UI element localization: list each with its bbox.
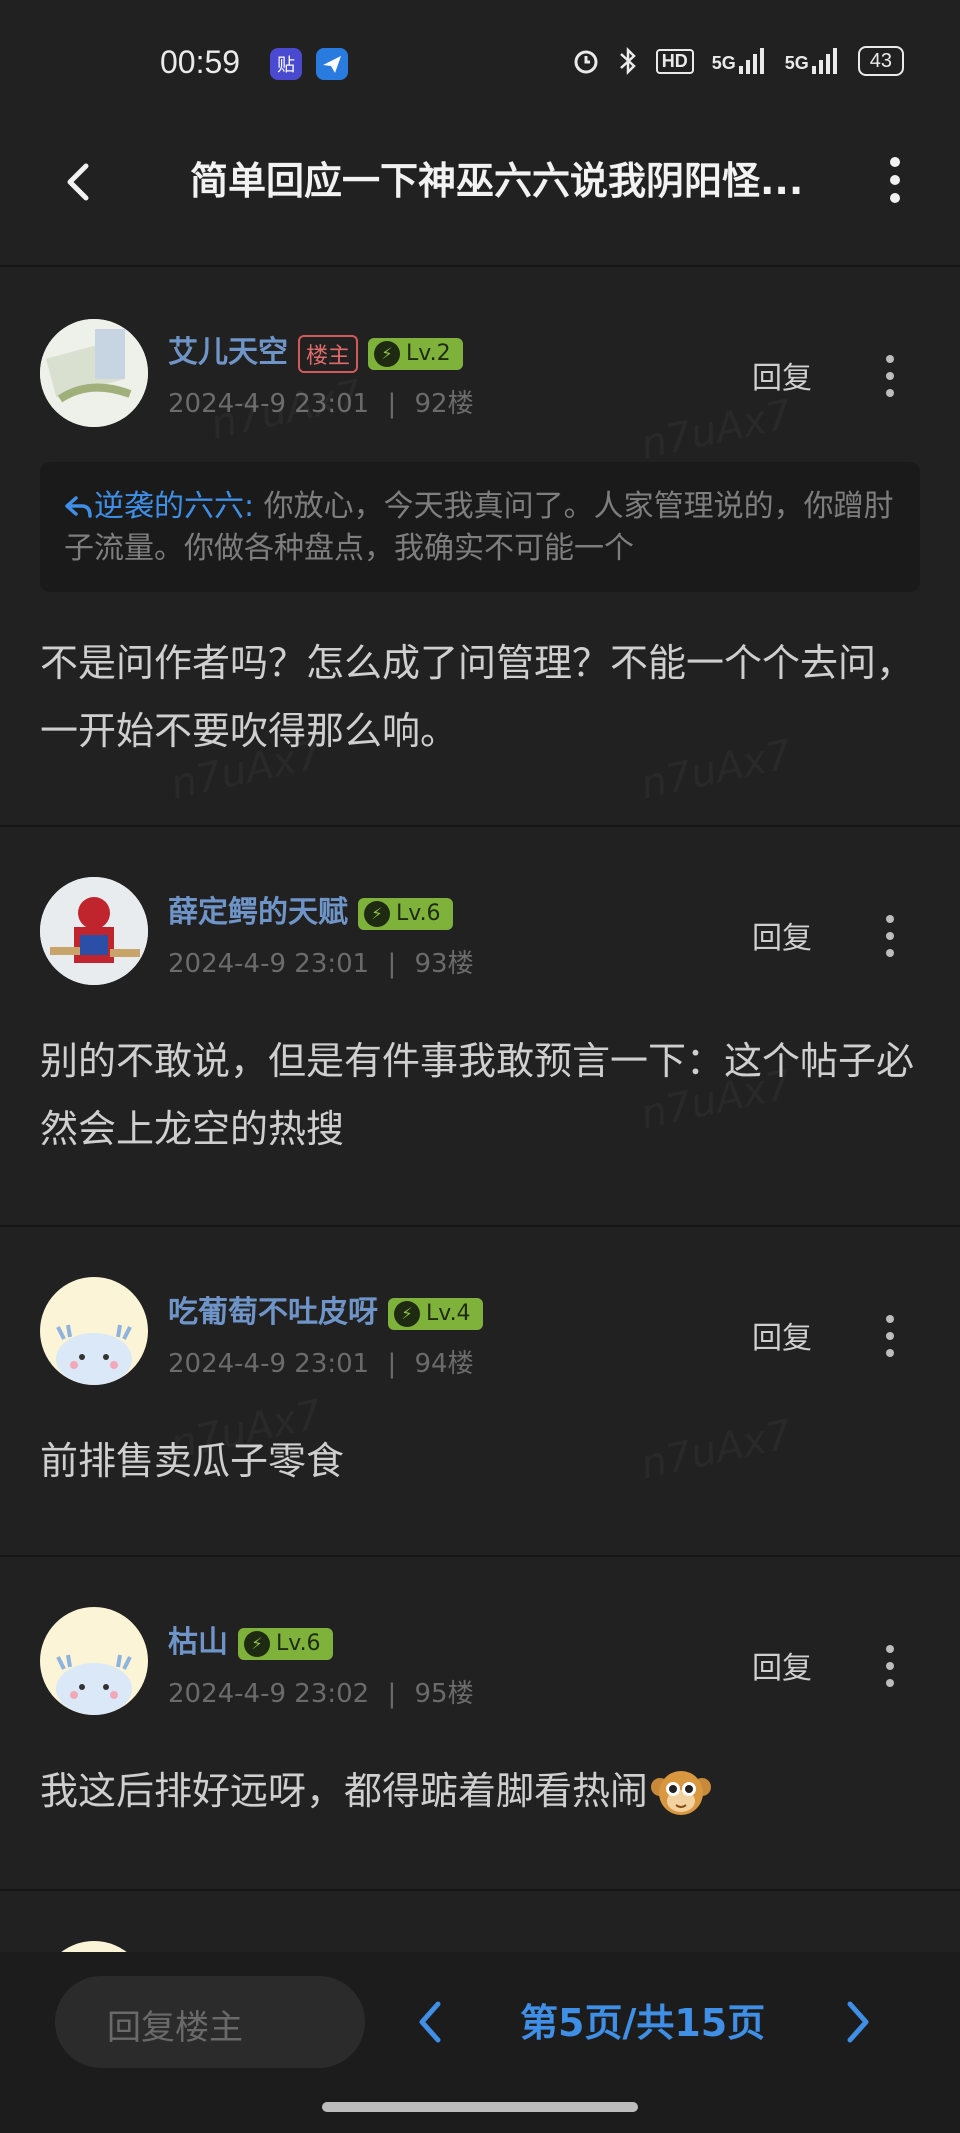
tieba-icon: 贴 (270, 48, 302, 80)
next-page-icon[interactable] (842, 1998, 872, 2046)
username-row: 枯山 ⚡ Lv.6 (168, 1617, 333, 1661)
status-bar: 00:59 贴 HD 5G 5G 43 (0, 0, 960, 130)
back-arrow-icon[interactable] (60, 162, 100, 202)
reply-button[interactable]: 回复 (752, 913, 812, 957)
floor-number: 93楼 (414, 949, 474, 979)
post-meta: 2024-4-9 23:02 | 95楼 (168, 1673, 474, 1710)
post-more-icon[interactable] (880, 1641, 900, 1691)
signal-5g-1: 5G (712, 48, 767, 74)
lightning-icon: ⚡ (374, 340, 401, 367)
signal-bars-icon (738, 48, 764, 74)
status-indicators: HD 5G 5G 43 (572, 46, 904, 76)
watermark: n7uAx7 (637, 392, 796, 469)
hd-icon: HD (655, 48, 694, 74)
post-item: 枯山 ⚡ Lv.6 2024-4-9 23:02 | 95楼 回复 我这后排好远呀，… (0, 1557, 960, 1891)
post-content: 我这后排好远呀，都得踮着脚看热闹 (40, 1757, 920, 1827)
avatar[interactable] (40, 319, 148, 427)
username-row: 吃葡萄不吐皮呀 ⚡ Lv.4 (168, 1287, 483, 1331)
post-more-icon[interactable] (880, 1311, 900, 1361)
post-item: 艾儿天空 楼主 ⚡ Lv.2 2024-4-9 23:01 | 92楼 回复 逆袭的六… (0, 267, 960, 827)
post-date: 2024-4-9 23:01 (168, 949, 370, 979)
post-meta: 2024-4-9 23:01 | 94楼 (168, 1343, 474, 1380)
home-indicator[interactable] (322, 2102, 638, 2112)
avatar[interactable] (40, 1941, 148, 1952)
level-badge: ⚡ Lv.4 (388, 1297, 483, 1330)
post-date: 2024-4-9 23:02 (168, 1679, 370, 1709)
signal-5g-2: 5G (785, 48, 840, 74)
thread-header: 简单回应一下神巫六六说我阴阳怪... (0, 130, 960, 267)
page-indicator[interactable]: 第5页/共15页 (520, 1992, 765, 2047)
post-item: 薛定鳄的天赋 ⚡ Lv.6 2024-4-9 23:01 | 93楼 回复 别的不敢… (0, 827, 960, 1227)
username[interactable]: 薛定鳄的天赋 (168, 895, 348, 930)
reply-button[interactable]: 回复 (752, 353, 812, 397)
thread-title: 简单回应一下神巫六六说我阴阳怪... (190, 159, 804, 203)
monkey-emoji-icon (651, 1770, 712, 1815)
status-time: 00:59 (160, 44, 241, 80)
username-row: 艾儿天空 楼主 ⚡ Lv.2 (168, 327, 463, 373)
meta-separator: | (387, 389, 397, 419)
meta-separator: | (387, 1349, 397, 1379)
meta-separator: | (387, 949, 397, 979)
more-options-icon[interactable] (880, 150, 910, 210)
quote-author[interactable]: 逆袭的六六: (94, 489, 254, 524)
signal-bars-icon (811, 48, 837, 74)
prev-page-icon[interactable] (416, 1998, 446, 2046)
lightning-icon: ⚡ (364, 900, 390, 927)
post-date: 2024-4-9 23:01 (168, 1349, 370, 1379)
reply-button[interactable]: 回复 (752, 1643, 812, 1687)
bottom-bar: 回复楼主 第5页/共15页 (0, 1952, 960, 2133)
username-row: 薛定鳄的天赋 ⚡ Lv.6 (168, 887, 453, 931)
reply-placeholder: 回复楼主 (107, 2008, 243, 2048)
avatar[interactable] (40, 1607, 148, 1715)
floor-number: 92楼 (414, 389, 474, 419)
avatar[interactable] (40, 877, 148, 985)
post-meta: 2024-4-9 23:01 | 93楼 (168, 943, 474, 980)
feishu-bird-icon (316, 48, 348, 80)
quoted-reply[interactable]: 逆袭的六六: 你放心，今天我真问了。人家管理说的，你蹭肘子流量。你做各种盘点，我… (40, 462, 920, 592)
floor-number: 95楼 (414, 1679, 474, 1709)
meta-separator: | (387, 1679, 397, 1709)
username[interactable]: 艾儿天空 (168, 335, 288, 370)
lightning-icon: ⚡ (394, 1300, 420, 1327)
username[interactable]: 吃葡萄不吐皮呀 (168, 1295, 378, 1330)
username[interactable]: 枯山 (168, 1625, 228, 1660)
lightning-icon: ⚡ (244, 1630, 270, 1657)
level-badge: ⚡ Lv.6 (238, 1627, 333, 1660)
bluetooth-icon (619, 46, 636, 76)
reply-arrow-icon (65, 495, 92, 518)
reply-owner-input[interactable]: 回复楼主 (55, 1976, 365, 2068)
post-item: 吃葡萄不吐皮呀 ⚡ Lv.4 2024-4-9 23:01 | 94楼 回复 前排售… (0, 1227, 960, 1557)
level-badge: ⚡ Lv.6 (358, 897, 453, 930)
post-item-partial (0, 1891, 960, 1952)
level-badge: ⚡ Lv.2 (368, 337, 463, 370)
alarm-icon (574, 50, 598, 74)
battery-indicator: 43 (857, 46, 904, 76)
floor-number: 94楼 (414, 1349, 474, 1379)
owner-badge: 楼主 (298, 334, 359, 373)
post-more-icon[interactable] (880, 911, 900, 961)
avatar[interactable] (40, 1277, 148, 1385)
post-more-icon[interactable] (880, 351, 900, 401)
reply-button[interactable]: 回复 (752, 1313, 812, 1357)
